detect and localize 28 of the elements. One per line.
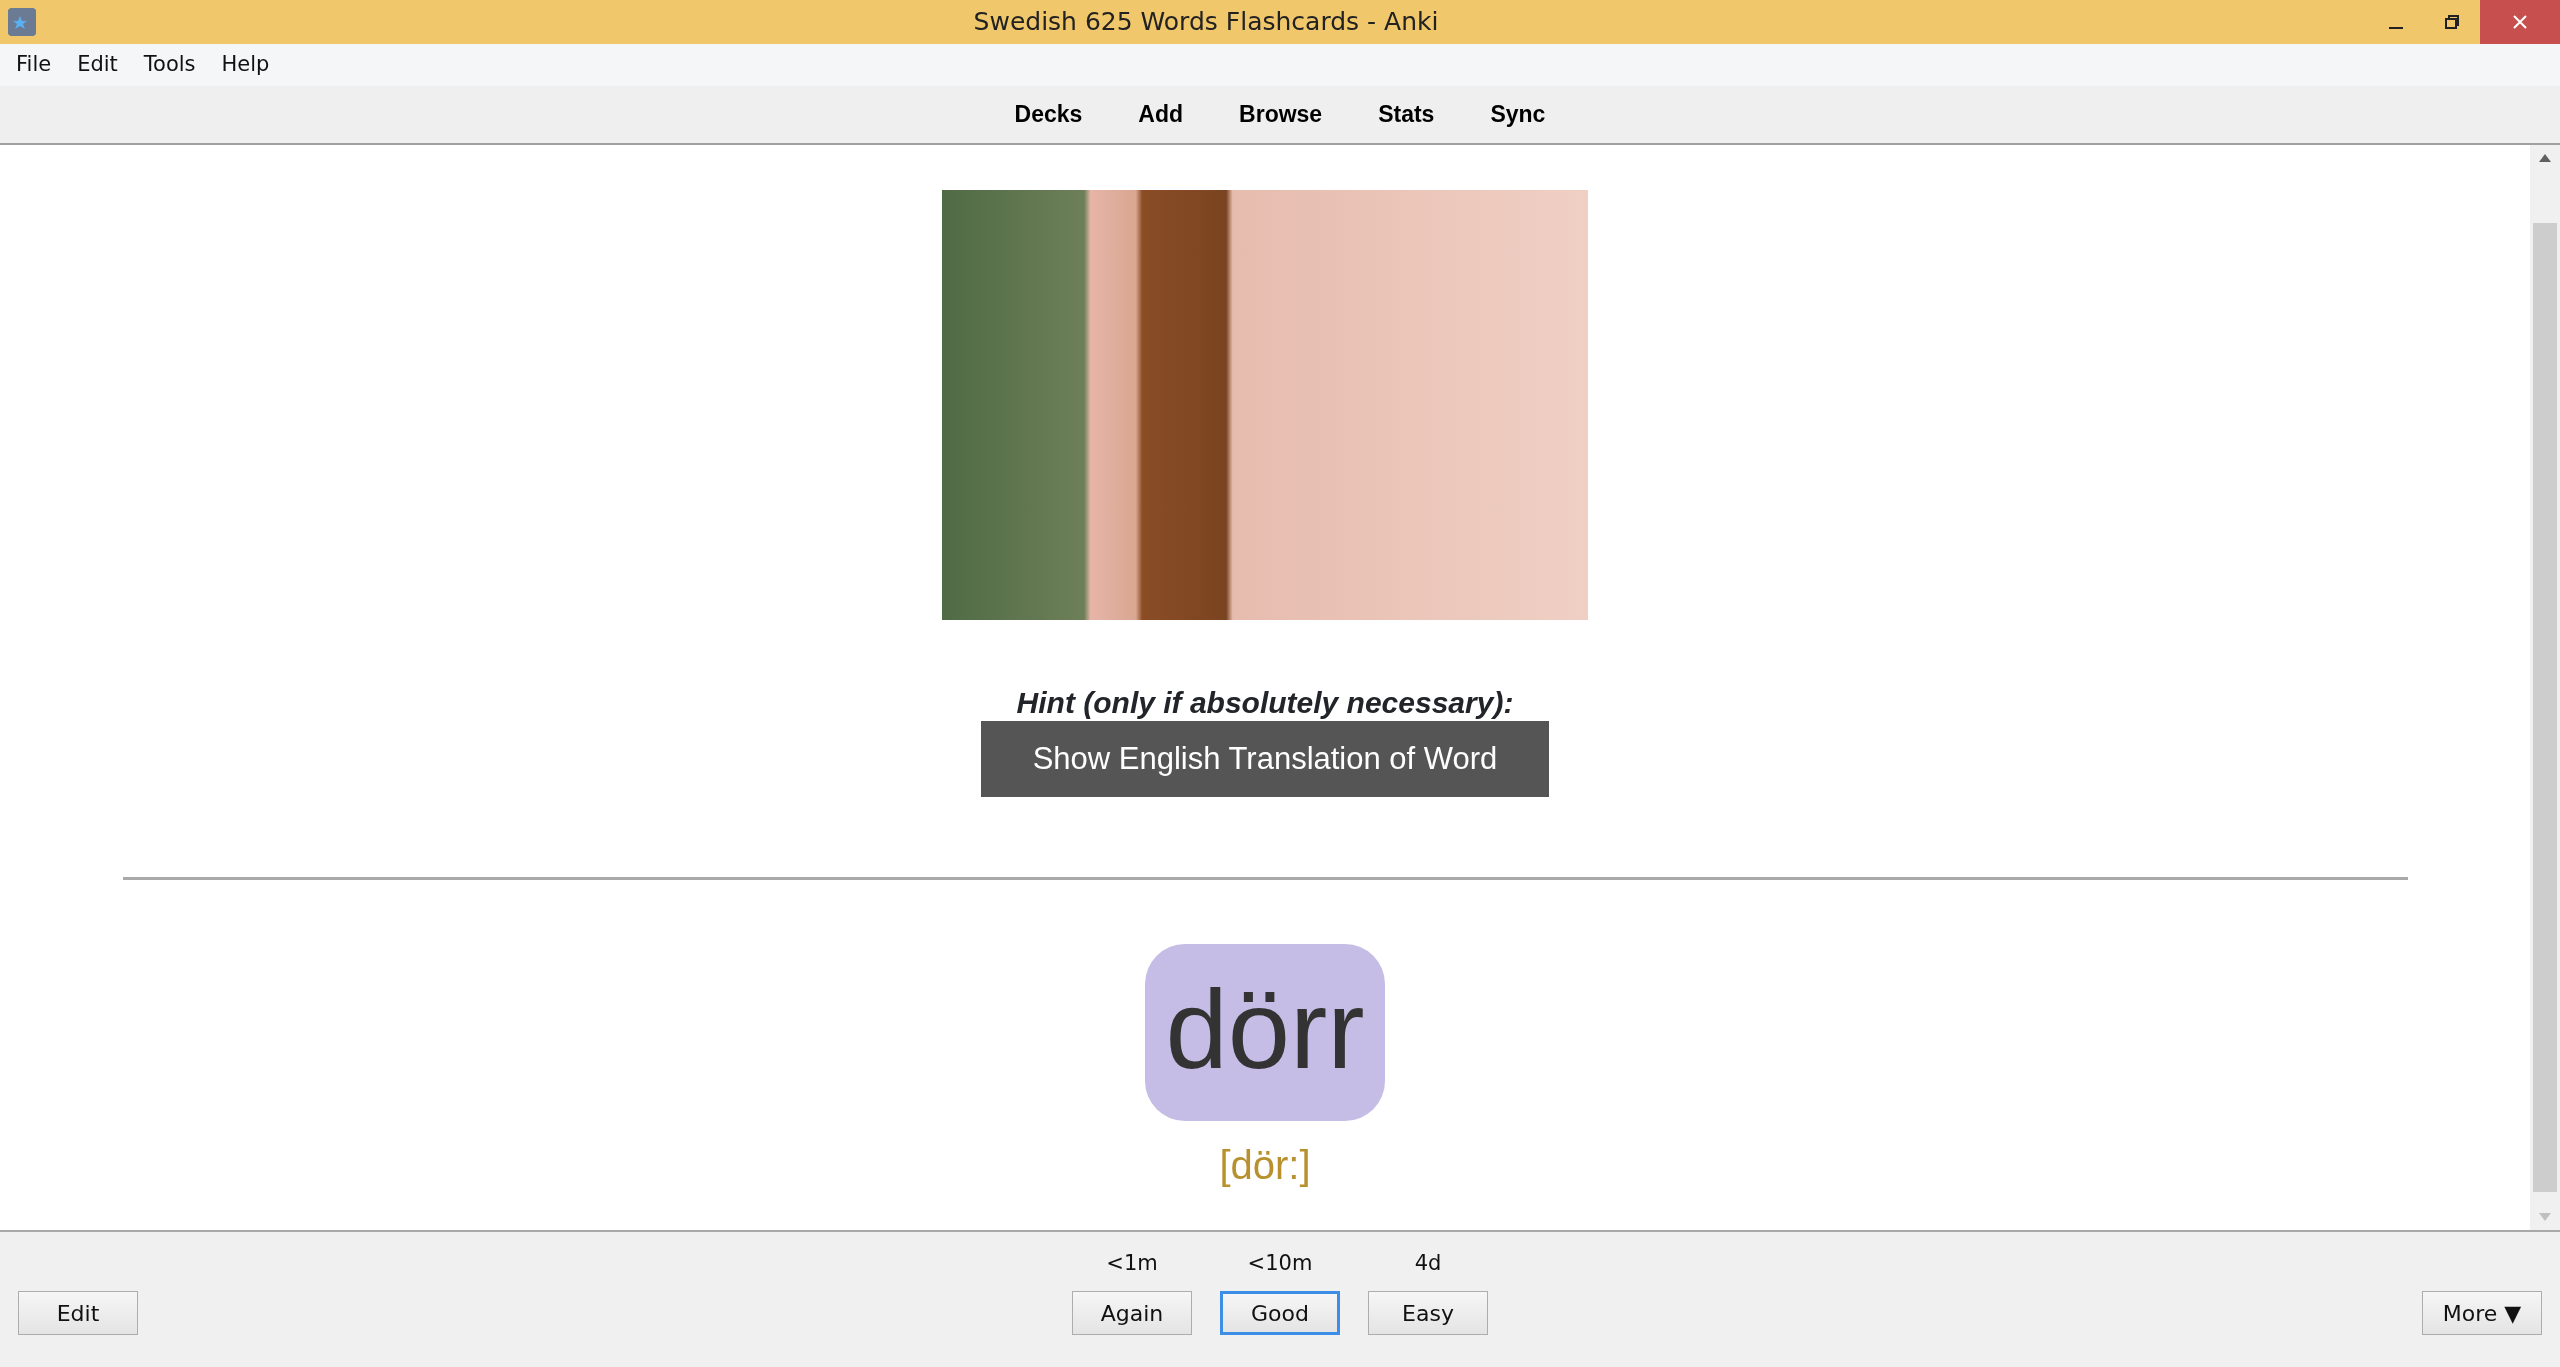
menu-item[interactable]: File <box>6 49 62 81</box>
toolbar-link[interactable]: Add <box>1138 97 1184 132</box>
scroll-up-icon[interactable] <box>2538 153 2552 163</box>
show-translation-button[interactable]: Show English Translation of Word <box>981 721 1549 797</box>
toolbar-link[interactable]: Sync <box>1490 97 1546 132</box>
interval-label: <1m <box>1106 1249 1158 1277</box>
close-icon <box>2511 13 2529 31</box>
toolbar-link[interactable]: Stats <box>1378 97 1435 132</box>
restore-icon <box>2444 14 2460 30</box>
menu-item[interactable]: Help <box>211 49 280 81</box>
answer-button[interactable]: Good <box>1220 1291 1340 1335</box>
answer-button[interactable]: Easy <box>1368 1291 1488 1335</box>
pronunciation: [dör:] <box>1219 1142 1311 1189</box>
answer-button[interactable]: Again <box>1072 1291 1192 1335</box>
scroll-down-icon[interactable] <box>2538 1212 2552 1222</box>
vocabulary-word: dörr <box>1145 944 1385 1121</box>
toolbar-link[interactable]: Decks <box>1014 97 1083 132</box>
toolbar-link[interactable]: Browse <box>1239 97 1323 132</box>
more-button[interactable]: More ▼ <box>2422 1291 2542 1335</box>
minimize-icon <box>2389 27 2403 29</box>
interval-label: <10m <box>1247 1249 1313 1277</box>
interval-label: 4d <box>1414 1249 1442 1277</box>
app-icon <box>8 8 36 36</box>
menu-item[interactable]: Tools <box>133 49 206 81</box>
hint-label: Hint (only if absolutely necessary): <box>1016 685 1514 721</box>
menu-item[interactable]: Edit <box>67 49 128 81</box>
window-title: Swedish 625 Words Flashcards - Anki <box>972 6 1440 39</box>
edit-button[interactable]: Edit <box>18 1291 138 1335</box>
